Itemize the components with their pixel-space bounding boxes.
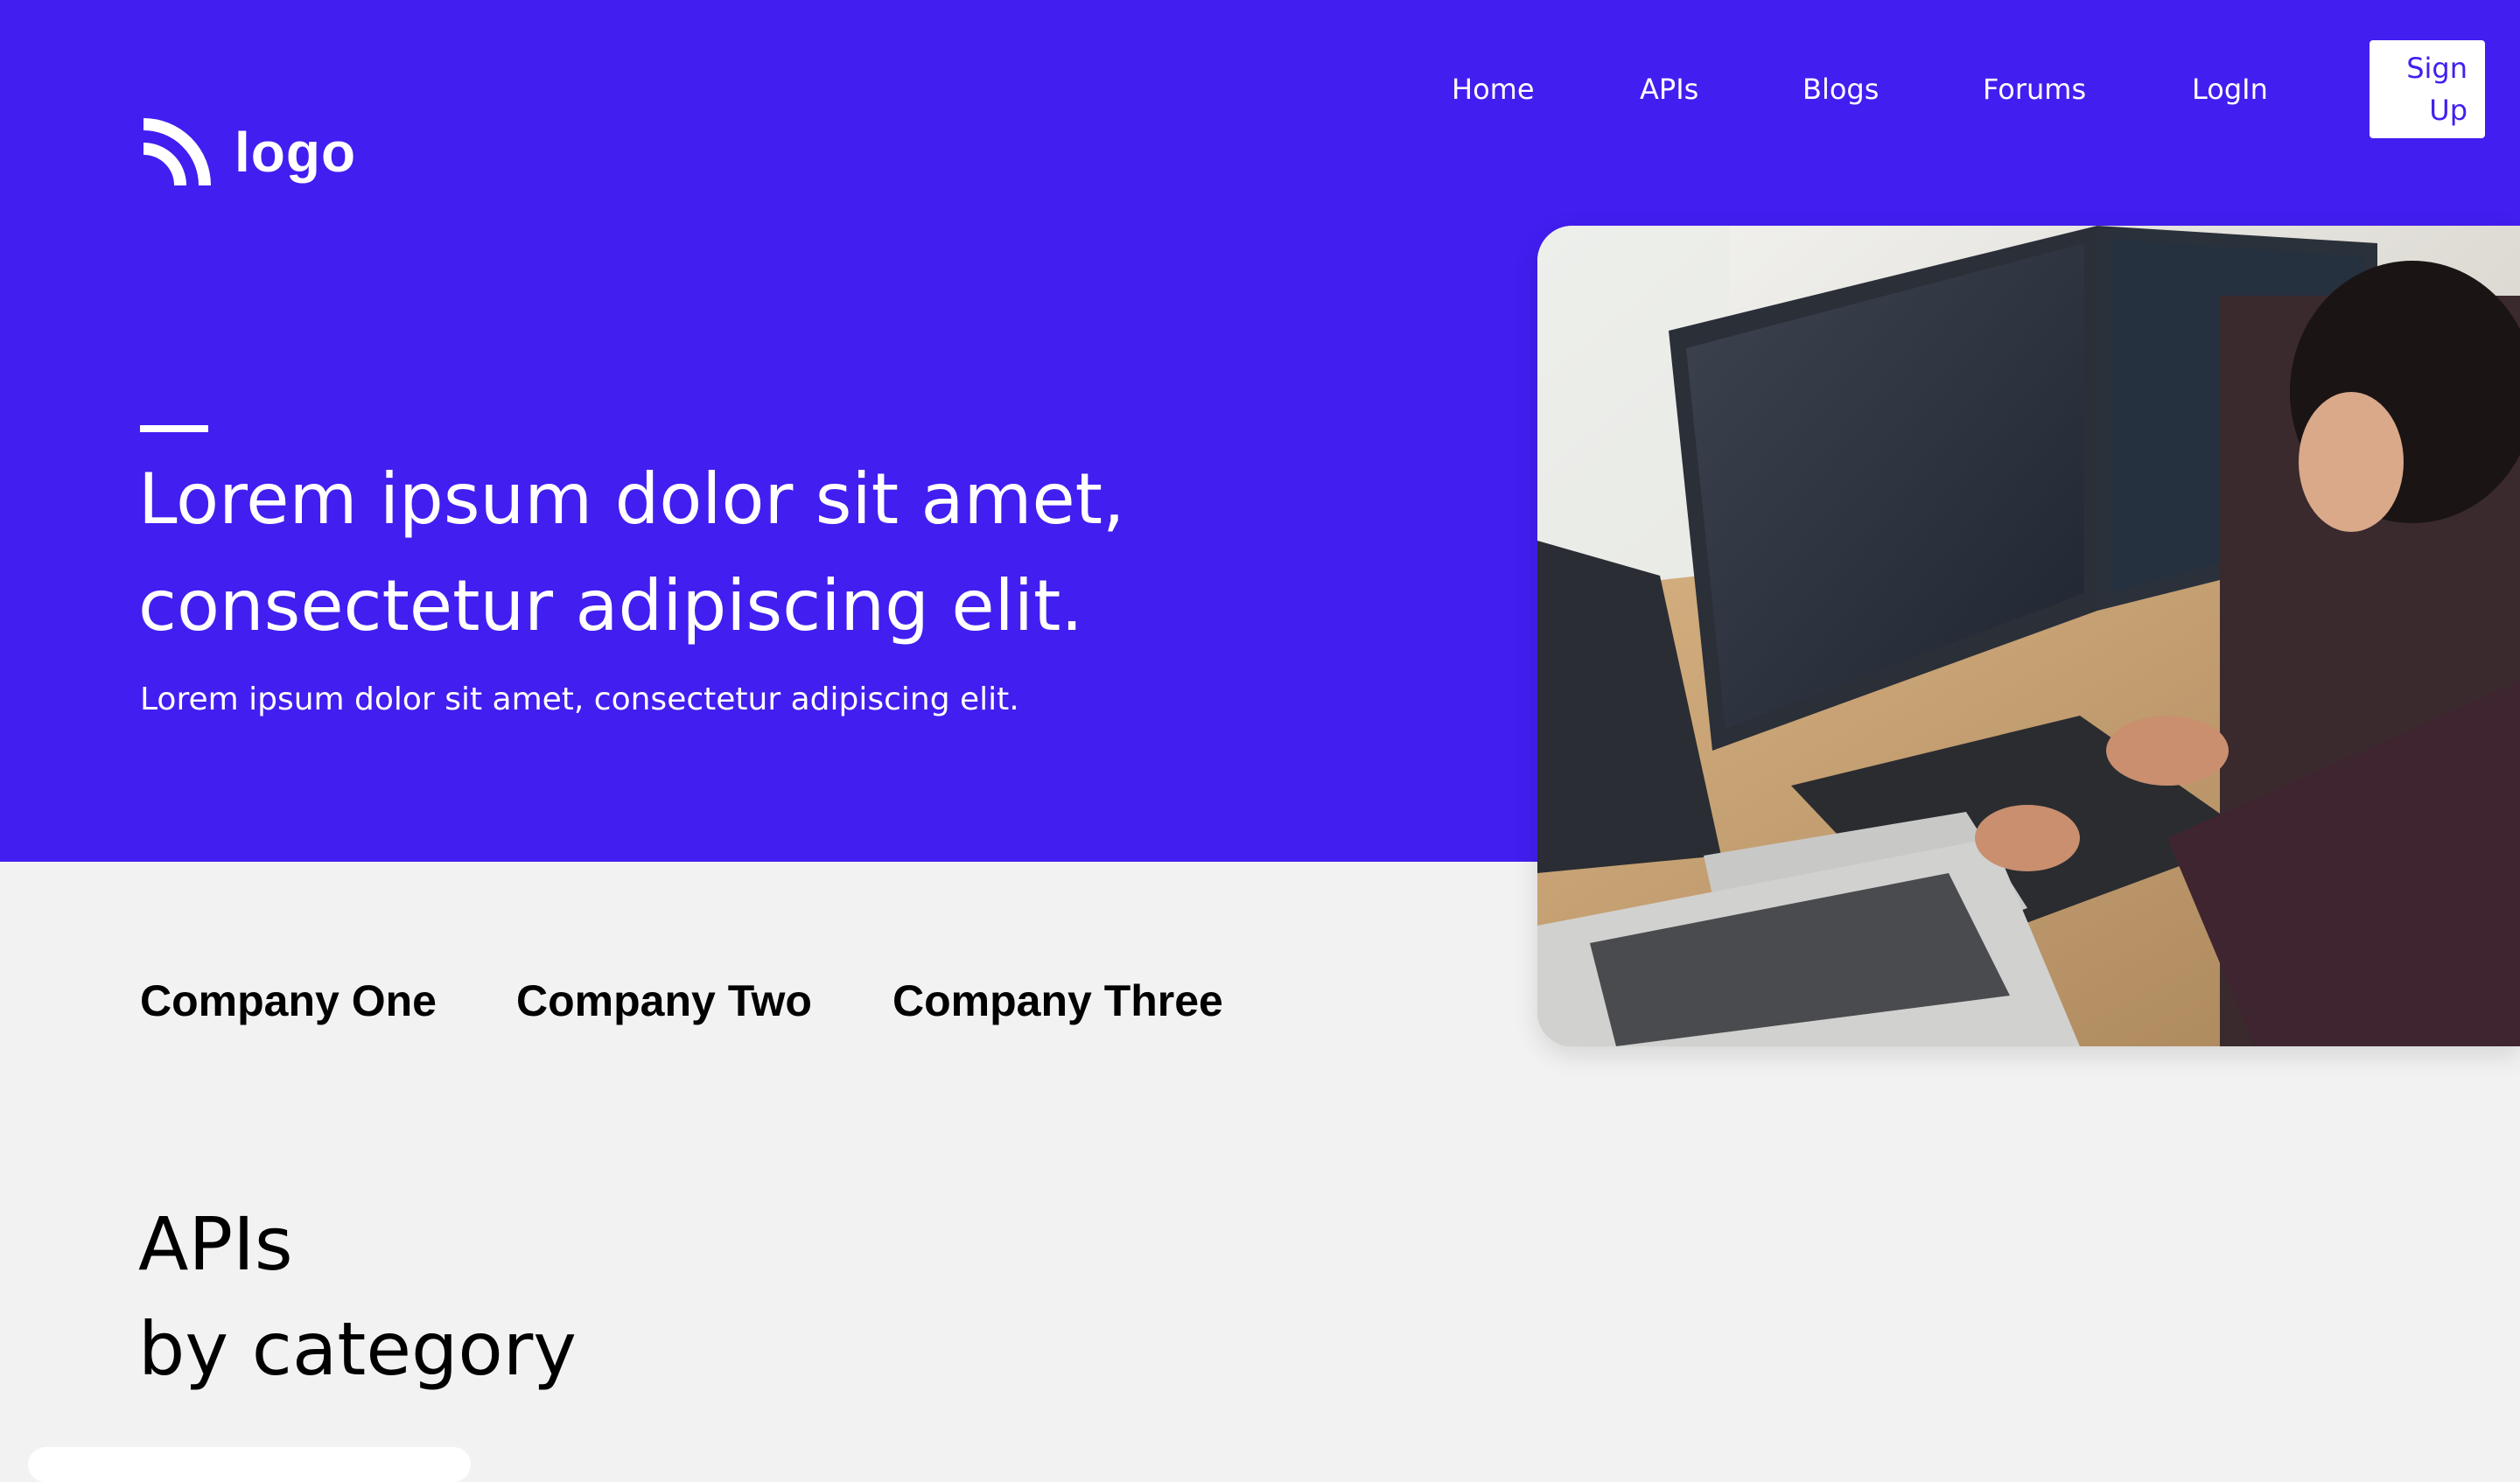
- category-card[interactable]: [28, 1447, 471, 1482]
- hero-headline-line2: consectetur adipiscing elit.: [138, 565, 1083, 647]
- hero-headline-line1: Lorem ipsum dolor sit amet,: [138, 458, 1125, 540]
- company-logo: Company Three: [892, 976, 1223, 1025]
- section-title-line2: by category: [138, 1306, 577, 1392]
- apis-by-category-heading: APIs by category: [138, 1192, 577, 1402]
- section-title-line1: APIs: [138, 1201, 293, 1287]
- logo-text: logo: [234, 121, 357, 184]
- developer-at-desk-illustration: [1537, 226, 2520, 1046]
- hero-image: [1537, 226, 2520, 1046]
- nav-forums[interactable]: Forums: [1983, 68, 2086, 110]
- nav-apis[interactable]: APIs: [1640, 68, 1698, 110]
- logo-icon: [143, 118, 211, 186]
- headline-accent-dash: [140, 425, 208, 432]
- signup-label-line2: Up: [2429, 94, 2468, 127]
- hero-headline: Lorem ipsum dolor sit amet, consectetur …: [138, 446, 1451, 660]
- signup-button[interactable]: Sign Up: [2370, 40, 2485, 138]
- company-logo: Company One: [140, 976, 437, 1025]
- nav-blogs[interactable]: Blogs: [1802, 68, 1879, 110]
- hero-subtext: Lorem ipsum dolor sit amet, consectetur …: [140, 682, 1019, 717]
- nav-home[interactable]: Home: [1452, 68, 1535, 110]
- company-logo: Company Two: [516, 976, 812, 1025]
- signup-label-line1: Sign: [2406, 52, 2468, 85]
- logo[interactable]: logo: [138, 114, 356, 191]
- nav-login[interactable]: LogIn: [2192, 68, 2268, 110]
